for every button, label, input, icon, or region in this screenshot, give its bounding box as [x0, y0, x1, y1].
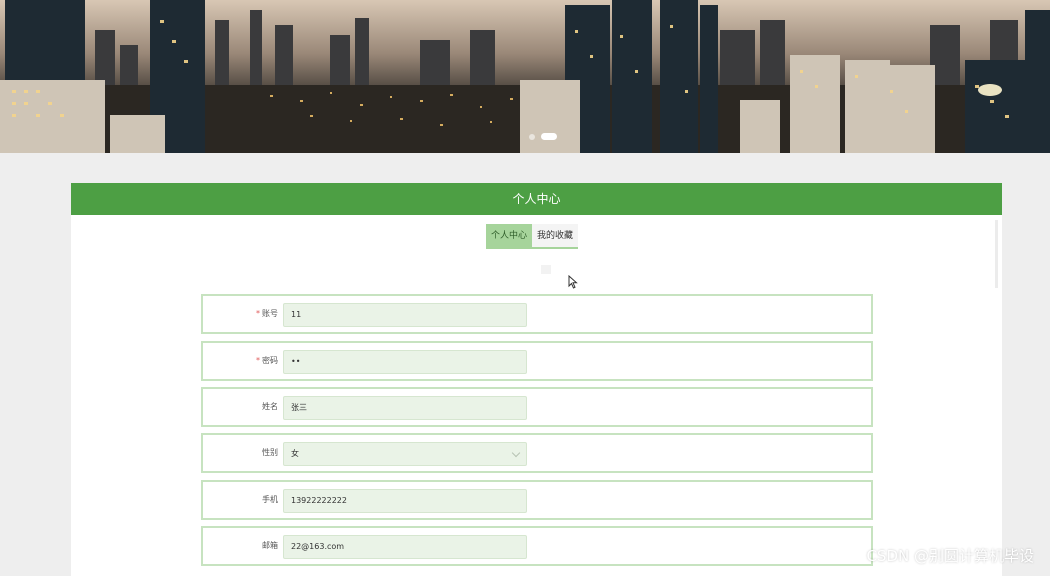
city-banner-image	[0, 0, 1050, 153]
gender-select-value: 女	[291, 449, 299, 458]
form-row-email: 邮箱 22@163.com	[201, 526, 873, 566]
mouse-cursor-icon	[568, 274, 578, 293]
email-input[interactable]: 22@163.com	[283, 535, 527, 559]
csdn-watermark: CSDN @别圆计算机毕设	[866, 547, 1034, 565]
name-label: 姓名	[262, 402, 278, 411]
form-row-password: * 密码 ••	[201, 341, 873, 381]
tab-personal-center[interactable]: 个人中心	[486, 224, 533, 249]
city-skyline-graphic	[0, 0, 1050, 153]
phone-input[interactable]: 13922222222	[283, 489, 527, 513]
form-row-phone: 手机 13922222222	[201, 480, 873, 520]
scrollbar[interactable]	[995, 220, 998, 288]
avatar-placeholder	[541, 265, 551, 274]
required-mark: *	[256, 356, 260, 365]
carousel-dot[interactable]	[529, 133, 535, 140]
password-label: 密码	[262, 356, 278, 365]
account-label: 账号	[262, 309, 278, 318]
tab-my-favorites[interactable]: 我的收藏	[532, 224, 579, 249]
form-row-name: 姓名 张三	[201, 387, 873, 427]
personal-center-panel: 个人中心 个人中心 我的收藏 * 账号 11 * 密码 •• 姓名 张三 性别 女 …	[71, 183, 1002, 576]
form-row-gender: 性别 女	[201, 433, 873, 473]
chevron-down-icon	[511, 448, 521, 458]
carousel-dot-active[interactable]	[541, 133, 557, 140]
account-input[interactable]: 11	[283, 303, 527, 327]
page-title: 个人中心	[71, 183, 1002, 215]
carousel-indicators	[529, 133, 557, 140]
form-row-account: * 账号 11	[201, 294, 873, 334]
gender-select[interactable]: 女	[283, 442, 527, 466]
name-input[interactable]: 张三	[283, 396, 527, 420]
tab-bar: 个人中心 我的收藏	[486, 224, 579, 249]
email-label: 邮箱	[262, 541, 278, 550]
required-mark: *	[256, 309, 260, 318]
password-input[interactable]: ••	[283, 350, 527, 374]
phone-label: 手机	[262, 495, 278, 504]
gender-label: 性别	[262, 448, 278, 457]
